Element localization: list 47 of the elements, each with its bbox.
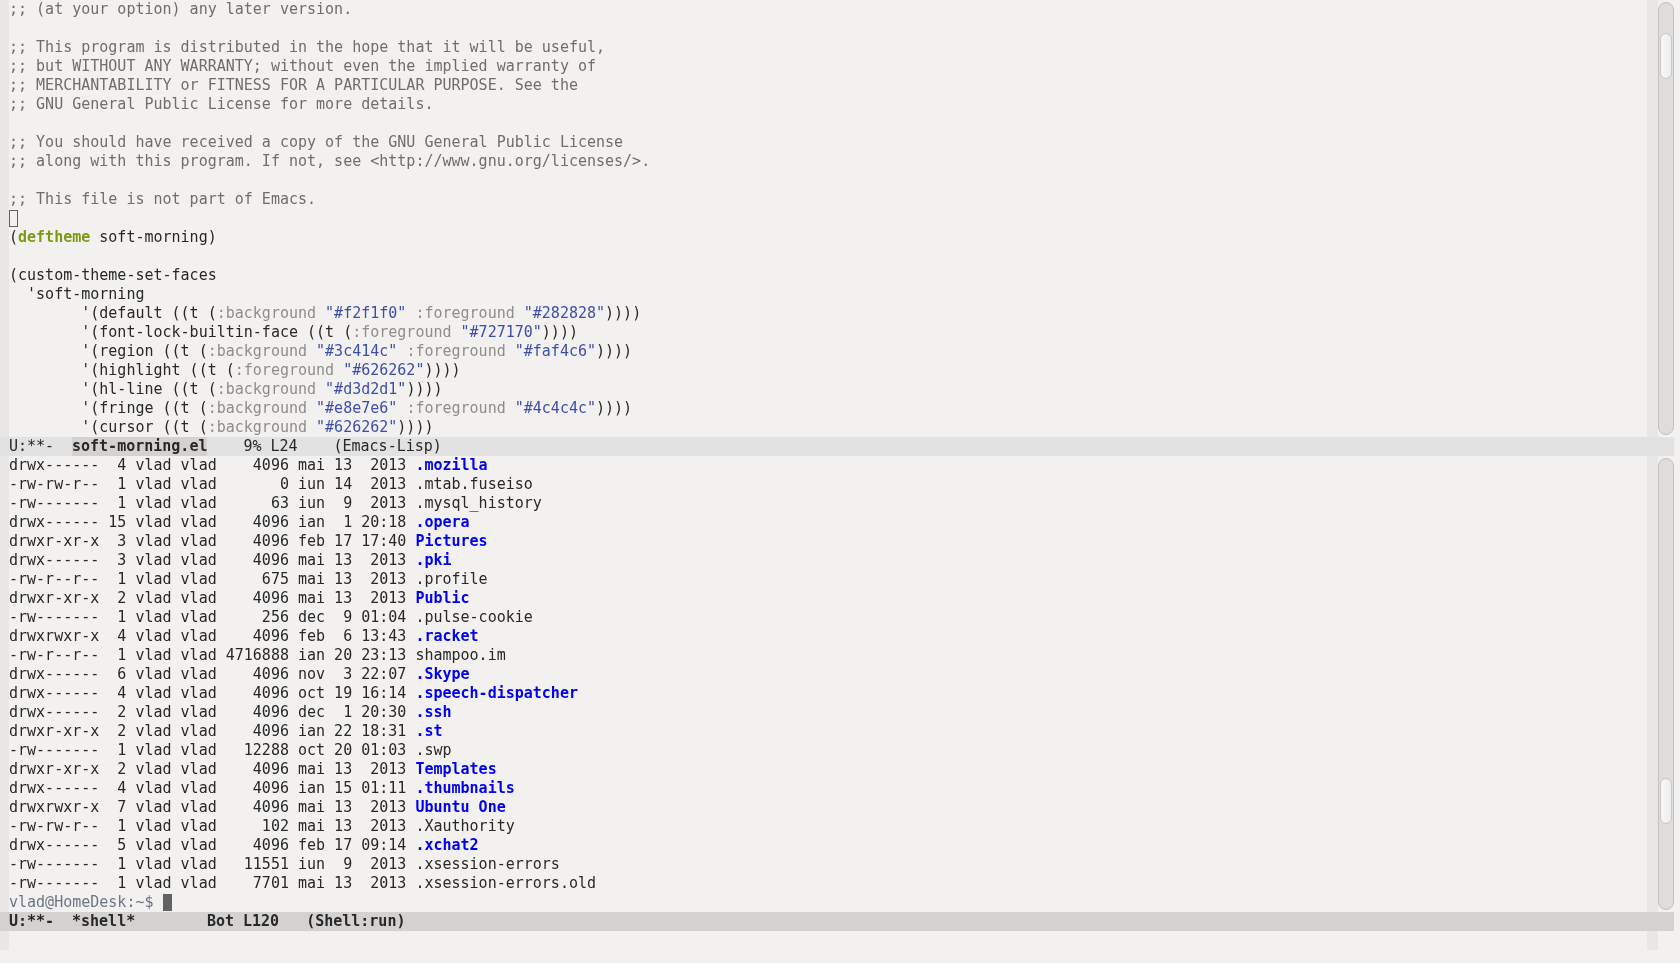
code-line: '(cursor ((t (:background "#626262")))) [80,418,434,437]
file-listing-line: drwx------ 3 vlad vlad 4096 mai 13 2013 .pki [9,551,452,570]
code-line: ;; MERCHANTABILITY or FITNESS FOR A PARTICULAR PURPOSE. See the [9,76,578,95]
file-listing-line: drwx------ 15 vlad vlad 4096 ian 1 20:18 .opera [9,513,470,532]
code-line: ;; GNU General Public License for more details. [9,95,434,114]
file-listing-line: -rw------- 1 vlad vlad 11551 iun 9 2013 .xsession-errors [9,855,560,874]
file-listing-line: -rw------- 1 vlad vlad 12288 oct 20 01:03 .swp [9,741,452,760]
file-listing-line: drwxr-xr-x 3 vlad vlad 4096 feb 17 17:40 Pictures [9,532,488,551]
code-line: '(hl-line ((t (:background "#d3d2d1")))) [80,380,443,399]
code-line: ;; You should have received a copy of the GNU General Public License [9,133,624,152]
code-line: (custom-theme-set-faces [9,266,217,285]
scrollbar-thumb[interactable] [1660,778,1672,824]
code-line: '(fringe ((t (:background "#e8e7e6" :foreground "#4c4c4c")))) [80,399,633,418]
file-listing-line: drwxr-xr-x 2 vlad vlad 4096 ian 22 18:31 .st [9,722,443,741]
code-line: '(highlight ((t (:foreground "#626262")))) [80,361,461,380]
code-line: ;; (at your option) any later version. [9,0,353,19]
file-listing-line: drwx------ 2 vlad vlad 4096 dec 1 20:30 .ssh [9,703,452,722]
file-listing-line: -rw-rw-r-- 1 vlad vlad 102 mai 13 2013 .Xauthority [9,817,515,836]
file-listing-line: -rw-r--r-- 1 vlad vlad 675 mai 13 2013 .profile [9,570,488,589]
file-listing-line: drwxr-xr-x 2 vlad vlad 4096 mai 13 2013 Templates [9,760,497,779]
shell-prompt: vlad@HomeDesk:~$ [9,893,154,912]
file-listing-line: drwx------ 4 vlad vlad 4096 mai 13 2013 .mozilla [9,456,488,475]
code-line: 'soft-morning [26,285,145,304]
code-line: ;; along with this program. If not, see <http://www.gnu.org/licenses/>. [9,152,651,171]
scrollbar[interactable] [1658,458,1674,910]
code-line: ;; but WITHOUT ANY WARRANTY; without even the implied warranty of [9,57,596,76]
file-listing-line: drwxr-xr-x 2 vlad vlad 4096 mai 13 2013 Public [9,589,470,608]
code-line: (deftheme soft-morning) [9,228,217,247]
scrollbar[interactable] [1658,2,1674,435]
file-listing-line: -rw------- 1 vlad vlad 7701 mai 13 2013 .xsession-errors.old [9,874,596,893]
file-listing-line: drwx------ 4 vlad vlad 4096 ian 15 01:11 .thumbnails [9,779,515,798]
scrollbar-thumb[interactable] [1660,33,1672,79]
file-listing-line: drwx------ 6 vlad vlad 4096 nov 3 22:07 .Skype [9,665,470,684]
file-listing-line: drwx------ 4 vlad vlad 4096 oct 19 16:14 .speech-dispatcher [9,684,578,703]
code-line: ;; This file is not part of Emacs. [9,190,317,209]
file-listing-line: -rw------- 1 vlad vlad 256 dec 9 01:04 .pulse-cookie [9,608,533,627]
code-line: '(default ((t (:background "#f2f1f0" :foreground "#282828")))) [80,304,642,323]
file-listing-line: drwxrwxr-x 4 vlad vlad 4096 feb 6 13:43 .racket [9,627,479,646]
file-listing-line: drwxrwxr-x 7 vlad vlad 4096 mai 13 2013 Ubuntu One [9,798,506,817]
code-line: '(region ((t (:background "#3c414c" :foreground "#faf4c6")))) [80,342,633,361]
file-listing-line: -rw-rw-r-- 1 vlad vlad 0 iun 14 2013 .mtab.fuseiso [9,475,533,494]
fringe [1647,931,1658,950]
code-line: ;; This program is distributed in the hope that it will be useful, [9,38,606,57]
code-line: '(font-lock-builtin-face ((t (:foreground "#727170")))) [80,323,578,342]
file-listing-line: drwx------ 5 vlad vlad 4096 feb 17 09:14 .xchat2 [9,836,479,855]
file-listing-line: -rw------- 1 vlad vlad 63 iun 9 2013 .mysql_history [9,494,542,513]
file-listing-line: -rw-r--r-- 1 vlad vlad 4716888 ian 20 23:13 shampoo.im [9,646,506,665]
